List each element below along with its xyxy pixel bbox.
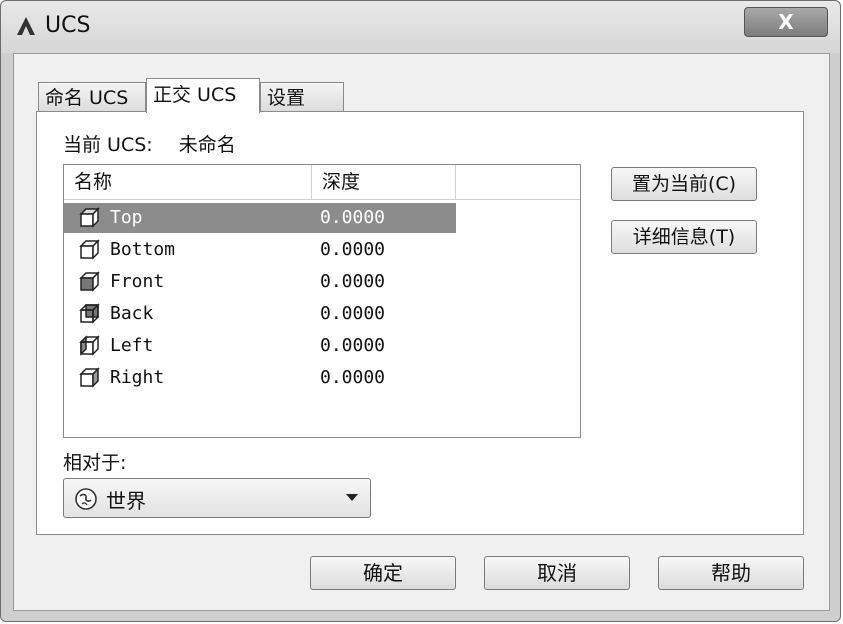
close-button[interactable]: X xyxy=(744,7,828,37)
close-icon: X xyxy=(778,10,794,34)
help-button[interactable]: 帮助 xyxy=(658,556,804,590)
ucs-depth: 0.0000 xyxy=(320,367,386,388)
current-ucs-line: 当前 UCS: 未命名 xyxy=(63,130,236,157)
tab-orthographic-ucs[interactable]: 正交 UCS xyxy=(146,78,260,113)
autocad-app-icon xyxy=(17,17,35,35)
ucs-depth: 0.0000 xyxy=(320,207,386,228)
ok-button[interactable]: 确定 xyxy=(310,556,456,590)
ucs-name: Front xyxy=(110,271,165,292)
relative-to-label: 相对于: xyxy=(63,452,127,474)
ucs-name: Back xyxy=(110,303,154,324)
set-current-button[interactable]: 置为当前(C) xyxy=(611,167,757,201)
dialog-client-area: 命名 UCS 正交 UCS 设置 当前 UCS: 未命名 名称 深度 Top 0… xyxy=(13,53,830,611)
cube-top-icon xyxy=(79,207,100,228)
ucs-row-left[interactable]: Left 0.0000 xyxy=(64,331,456,361)
cancel-button[interactable]: 取消 xyxy=(484,556,630,590)
ucs-row-bottom[interactable]: Bottom 0.0000 xyxy=(64,235,456,265)
cube-back-icon xyxy=(79,303,100,324)
ucs-depth: 0.0000 xyxy=(320,239,386,260)
relative-to-dropdown[interactable]: 世界 xyxy=(63,478,371,518)
ucs-depth: 0.0000 xyxy=(320,335,386,356)
column-header-empty xyxy=(456,165,580,199)
ucs-depth: 0.0000 xyxy=(320,271,386,292)
ucs-row-front[interactable]: Front 0.0000 xyxy=(64,267,456,297)
current-ucs-value: 未命名 xyxy=(178,134,236,156)
ucs-list[interactable]: 名称 深度 Top 0.0000 Bottom 0.0000 Front 0.0… xyxy=(63,164,581,438)
cube-right-icon xyxy=(79,367,100,388)
ucs-row-back[interactable]: Back 0.0000 xyxy=(64,299,456,329)
ucs-row-right[interactable]: Right 0.0000 xyxy=(64,363,456,393)
column-header-depth[interactable]: 深度 xyxy=(312,165,456,199)
orthographic-ucs-panel: 当前 UCS: 未命名 名称 深度 Top 0.0000 Bottom 0.00… xyxy=(36,111,804,535)
ucs-dialog: UCS X 命名 UCS 正交 UCS 设置 当前 UCS: 未命名 名称 深度 xyxy=(0,0,841,622)
cube-bottom-icon xyxy=(79,239,100,260)
list-header: 名称 深度 xyxy=(64,165,580,200)
cube-front-icon xyxy=(79,271,100,292)
title-bar: UCS X xyxy=(1,1,840,53)
relative-to-value: 世界 xyxy=(106,489,146,513)
ucs-depth: 0.0000 xyxy=(320,303,386,324)
tab-settings[interactable]: 设置 xyxy=(260,82,344,112)
column-header-name[interactable]: 名称 xyxy=(64,165,312,199)
globe-icon xyxy=(75,488,97,510)
window-title: UCS xyxy=(45,13,91,38)
current-ucs-label: 当前 UCS: xyxy=(63,134,153,156)
ucs-name: Right xyxy=(110,367,165,388)
details-button[interactable]: 详细信息(T) xyxy=(611,220,757,254)
ucs-row-top[interactable]: Top 0.0000 xyxy=(64,203,456,233)
tab-named-ucs[interactable]: 命名 UCS xyxy=(38,82,146,112)
ucs-name: Bottom xyxy=(110,239,176,260)
ucs-name: Top xyxy=(110,207,143,228)
ucs-name: Left xyxy=(110,335,154,356)
chevron-down-icon xyxy=(346,494,358,501)
cube-left-icon xyxy=(79,335,100,356)
